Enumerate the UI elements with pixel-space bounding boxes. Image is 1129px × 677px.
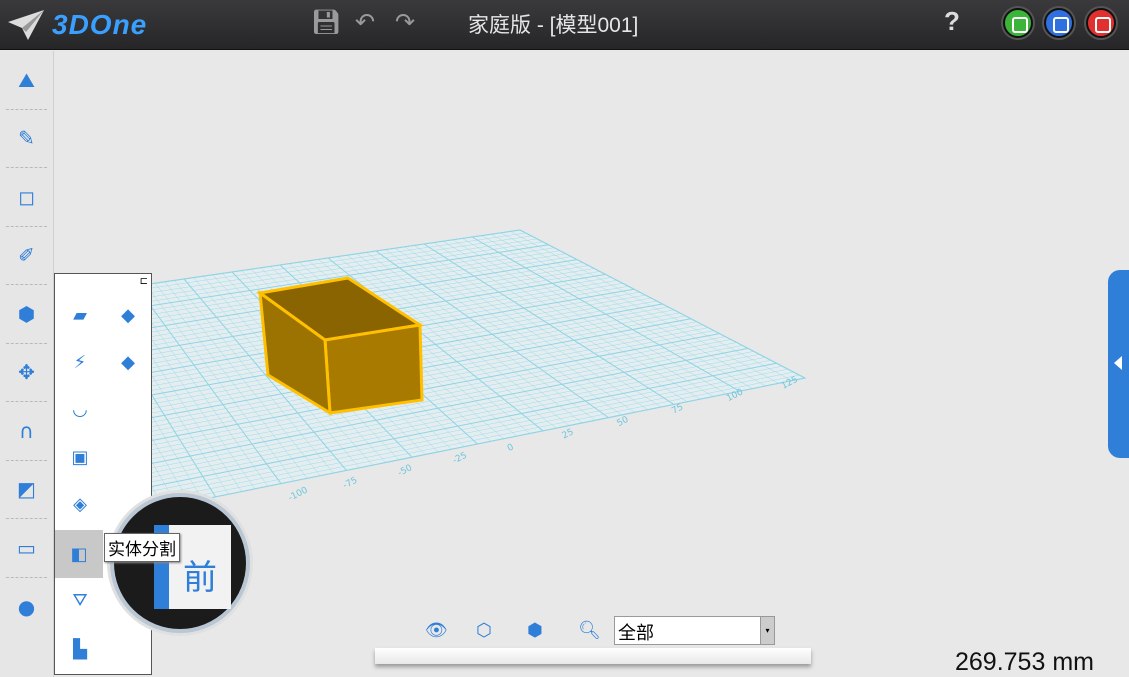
grid-axis-label: -100: [287, 485, 310, 503]
sweep-tool[interactable]: ⛛: [57, 577, 103, 623]
sketch-edit-button[interactable]: ◻: [6, 168, 47, 227]
emboss-tool[interactable]: ▰: [57, 292, 103, 338]
split-button[interactable]: ◩: [6, 461, 47, 519]
cut-tool[interactable]: ◆: [105, 339, 151, 385]
wrap-tool[interactable]: ◈: [57, 481, 103, 527]
twist-tool[interactable]: ⚡︎: [57, 339, 103, 385]
view-cube[interactable]: 前: [110, 493, 250, 633]
taper-tool[interactable]: ▙: [57, 626, 103, 672]
sketch-button[interactable]: ✎: [6, 110, 47, 168]
basic-edit-button[interactable]: ✥: [6, 344, 47, 402]
feature-modeling-button[interactable]: ⬢: [6, 285, 47, 344]
grid-axis-label: -50: [396, 463, 414, 479]
measure-button[interactable]: ▭: [6, 519, 47, 578]
dropdown-arrow-icon[interactable]: ▾: [760, 617, 774, 644]
zoom-fit-icon[interactable]: 🔍︎: [578, 620, 601, 641]
measure-readout: 269.753 mm: [955, 648, 1094, 676]
filter-select[interactable]: 全部 ▾: [614, 616, 775, 645]
left-toolbar: ⛰ ✎ ◻ ✐ ⬢ ✥ ∩ ◩ ▭ ●: [0, 51, 54, 677]
special-features-button[interactable]: ✐: [6, 227, 47, 285]
tooltip: 实体分割: [104, 533, 180, 562]
solid-cube-icon[interactable]: ⬢: [527, 620, 543, 641]
grid-axis-label: 25: [561, 427, 576, 441]
material-button[interactable]: ●: [6, 578, 47, 637]
grid-axis-label: 50: [616, 415, 631, 429]
pin-icon[interactable]: ⊏: [140, 276, 148, 287]
filter-select-value: 全部: [618, 623, 654, 644]
surface-tool[interactable]: ◆: [105, 292, 151, 338]
bottom-toolbar-shelf: [375, 648, 811, 664]
shell-tool[interactable]: ▣: [57, 434, 103, 480]
grid-axis-label: -25: [451, 451, 469, 467]
eye-icon[interactable]: 👁︎: [425, 620, 448, 641]
grid-axis-label: -75: [342, 476, 360, 492]
box-front-face: [323, 323, 424, 415]
right-panel-toggle[interactable]: [1108, 270, 1129, 458]
combine-button[interactable]: ∩: [6, 402, 47, 461]
solid-split-tool[interactable]: ◧: [55, 530, 103, 578]
bend-tool[interactable]: ◡: [57, 386, 103, 432]
wireframe-cube-icon[interactable]: ⬡: [476, 620, 492, 641]
basic-shapes-button[interactable]: ⛰: [6, 51, 47, 110]
grid-axis-label: 0: [506, 442, 516, 454]
